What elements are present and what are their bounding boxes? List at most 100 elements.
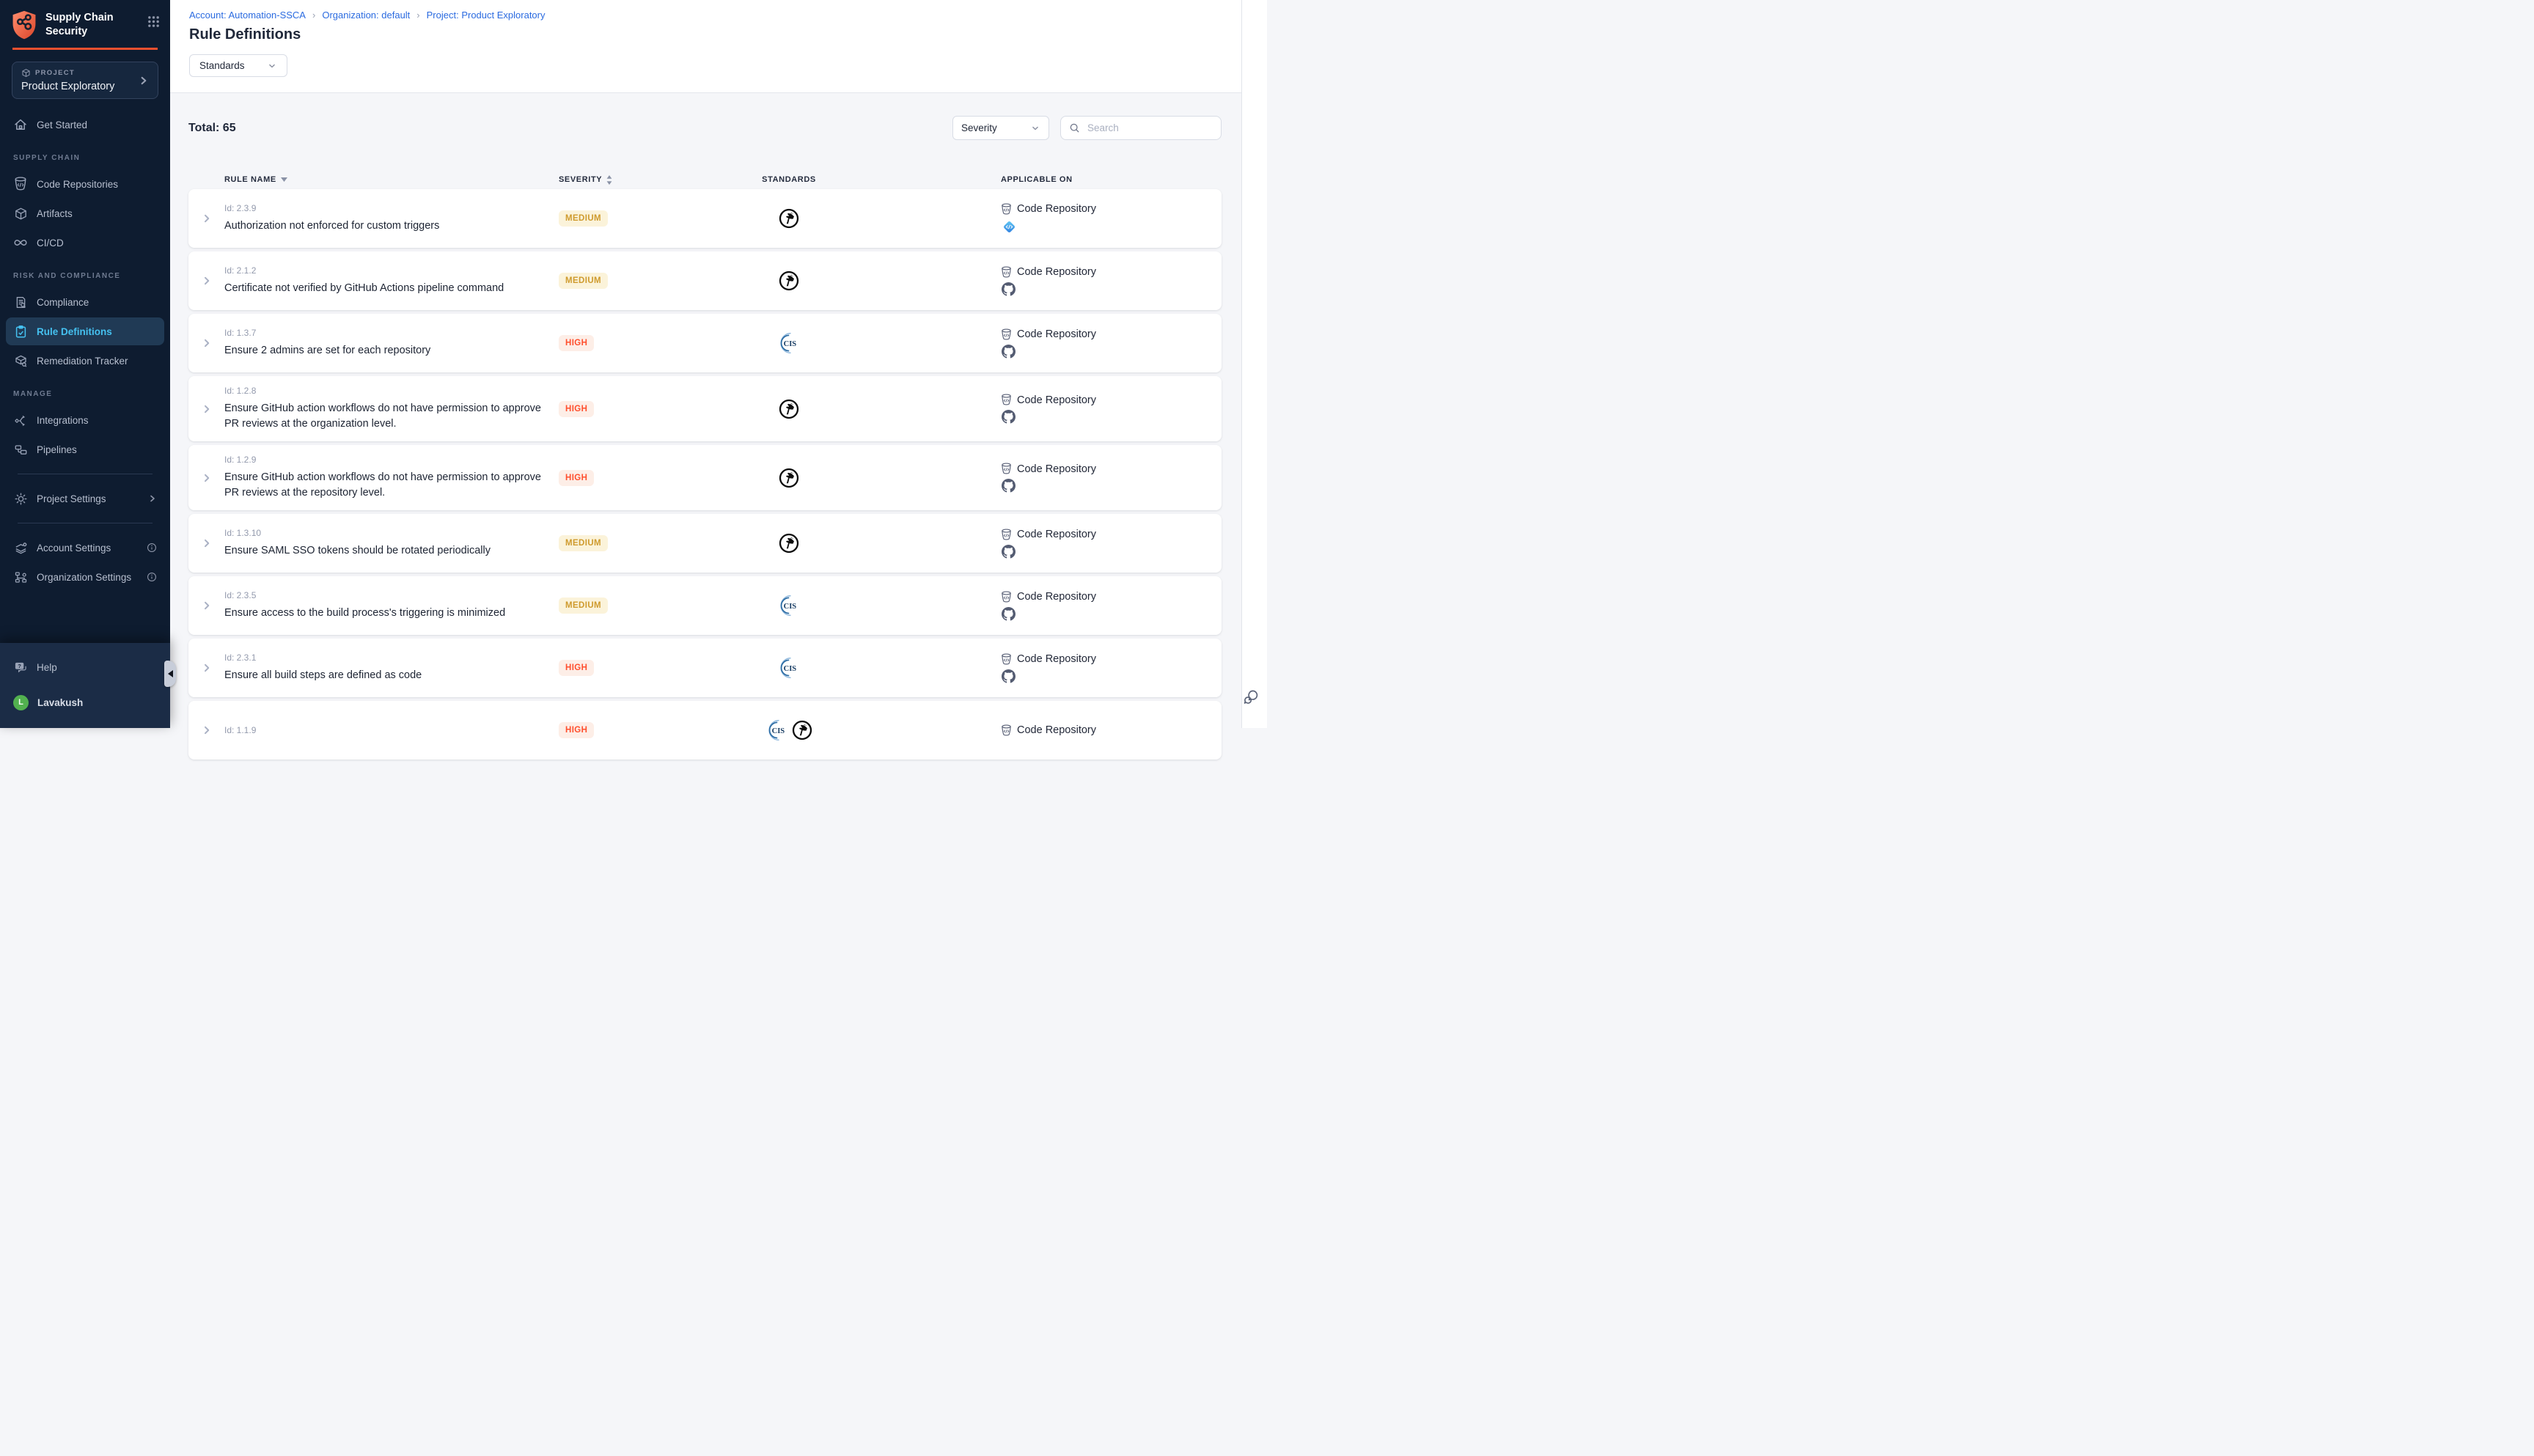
- rule-name-cell: Id: 2.1.2Certificate not verified by Git…: [224, 262, 554, 299]
- avatar: L: [13, 695, 29, 710]
- table-row[interactable]: Id: 2.1.2Certificate not verified by Git…: [188, 251, 1222, 310]
- sidebar-item-project-settings[interactable]: Project Settings: [6, 485, 164, 512]
- app-title: Supply ChainSecurity: [45, 10, 114, 38]
- standards-cell: [701, 468, 877, 488]
- column-header-rule-name[interactable]: RULE NAME: [224, 175, 554, 184]
- standards-cell: [701, 208, 877, 229]
- owasp-icon: [792, 720, 812, 740]
- clipboard-check-icon: [13, 324, 28, 339]
- row-expand-chevron-icon[interactable]: [188, 404, 224, 414]
- sidebar-item-cicd[interactable]: CI/CD: [6, 229, 164, 257]
- row-expand-chevron-icon[interactable]: [188, 473, 224, 483]
- collapse-arrow-icon: [168, 670, 173, 677]
- app-grid-icon[interactable]: [147, 10, 160, 28]
- document-search-icon: [13, 295, 28, 309]
- total-count: Total: 65: [188, 122, 236, 135]
- table-row[interactable]: Id: 1.1.9HIGHCISCode Repository: [188, 701, 1222, 760]
- severity-cell: MEDIUM: [554, 535, 701, 551]
- breadcrumb-organization-link[interactable]: Organization: default: [322, 10, 410, 21]
- sidebar-item-label: Pipelines: [37, 444, 77, 455]
- right-scroll-strip[interactable]: [1241, 0, 1267, 728]
- breadcrumb-account-link[interactable]: Account: Automation-SSCA: [189, 10, 306, 21]
- chat-bubbles-icon[interactable]: [1242, 688, 1260, 706]
- cis-icon: CIS: [778, 595, 800, 617]
- table-row[interactable]: Id: 1.3.10Ensure SAML SSO tokens should …: [188, 514, 1222, 573]
- box-search-icon: [13, 353, 28, 368]
- row-expand-chevron-icon[interactable]: [188, 276, 224, 286]
- table-row[interactable]: Id: 2.3.1Ensure all build steps are defi…: [188, 639, 1222, 697]
- severity-cell: MEDIUM: [554, 210, 701, 227]
- sidebar-item-get-started[interactable]: Get Started: [6, 111, 164, 139]
- applicable-on-text: Code Repository: [1017, 653, 1096, 665]
- project-name: Product Exploratory: [21, 81, 139, 92]
- rule-name-cell: Id: 1.3.7Ensure 2 admins are set for eac…: [224, 325, 554, 361]
- sidebar-footer: ? Help L Lavakush: [0, 643, 170, 728]
- applicable-on-cell: Code Repository: [877, 653, 1222, 683]
- search-field[interactable]: [1060, 116, 1222, 140]
- svg-text:CIS: CIS: [784, 603, 797, 611]
- github-icon: [1002, 545, 1222, 559]
- applicable-on-cell: Code Repository: [877, 394, 1222, 424]
- severity-filter-dropdown[interactable]: Severity: [952, 116, 1049, 140]
- sidebar-item-label: Compliance: [37, 297, 89, 308]
- svg-text:CIS: CIS: [771, 727, 785, 735]
- sidebar-item-label: CI/CD: [37, 238, 64, 249]
- sidebar-item-help[interactable]: ? Help: [6, 653, 164, 681]
- owasp-icon: [779, 468, 799, 488]
- standards-filter-dropdown[interactable]: Standards: [189, 54, 287, 77]
- sidebar-collapse-handle[interactable]: [164, 661, 176, 687]
- github-icon: [1002, 345, 1222, 359]
- rule-name: Authorization not enforced for custom tr…: [224, 218, 547, 234]
- sidebar-item-integrations[interactable]: Integrations: [6, 406, 164, 434]
- sidebar-item-code-repositories[interactable]: Code Repositories: [6, 170, 164, 198]
- sidebar-item-label: Project Settings: [37, 493, 106, 504]
- table-row[interactable]: Id: 2.3.5Ensure access to the build proc…: [188, 576, 1222, 635]
- github-icon: [1002, 282, 1222, 296]
- severity-badge: HIGH: [559, 470, 594, 486]
- user-menu[interactable]: L Lavakush: [6, 688, 164, 716]
- table-row[interactable]: Id: 2.3.9Authorization not enforced for …: [188, 189, 1222, 248]
- code-repo-icon: [1001, 266, 1012, 279]
- sidebar-item-rule-definitions[interactable]: Rule Definitions: [6, 317, 164, 345]
- sort-both-icon: [606, 175, 612, 185]
- sidebar-item-remediation-tracker[interactable]: Remediation Tracker: [6, 347, 164, 375]
- row-expand-chevron-icon[interactable]: [188, 725, 224, 735]
- code-repo-icon: [1001, 463, 1012, 475]
- rule-name-cell: Id: 1.3.10Ensure SAML SSO tokens should …: [224, 525, 554, 562]
- sidebar-item-label: Artifacts: [37, 208, 73, 219]
- severity-badge: HIGH: [559, 401, 594, 417]
- standards-cell: [701, 399, 877, 419]
- gear-icon: [13, 491, 28, 506]
- sidebar-item-compliance[interactable]: Compliance: [6, 288, 164, 316]
- row-expand-chevron-icon[interactable]: [188, 538, 224, 548]
- standards-cell: CIS: [701, 657, 877, 679]
- standards-cell: CIS: [701, 719, 877, 741]
- search-input[interactable]: [1086, 122, 1213, 134]
- info-icon[interactable]: [147, 543, 157, 553]
- breadcrumb: Account: Automation-SSCA › Organization:…: [189, 10, 1248, 21]
- breadcrumb-project-link[interactable]: Project: Product Exploratory: [427, 10, 546, 21]
- column-header-severity[interactable]: SEVERITY: [554, 175, 701, 185]
- row-expand-chevron-icon[interactable]: [188, 663, 224, 673]
- severity-filter-label: Severity: [961, 122, 997, 133]
- table-row[interactable]: Id: 1.3.7Ensure 2 admins are set for eac…: [188, 314, 1222, 372]
- sidebar-item-account-settings[interactable]: Account Settings: [6, 534, 164, 562]
- severity-cell: HIGH: [554, 401, 701, 417]
- project-selector[interactable]: PROJECT Product Exploratory: [12, 62, 158, 99]
- sidebar-item-pipelines[interactable]: Pipelines: [6, 435, 164, 463]
- page-title: Rule Definitions: [189, 26, 1248, 43]
- sidebar-item-artifacts[interactable]: Artifacts: [6, 199, 164, 227]
- rule-name-cell: Id: 1.1.9: [224, 722, 554, 738]
- severity-badge: MEDIUM: [559, 273, 608, 289]
- table-row[interactable]: Id: 1.2.9Ensure GitHub action workflows …: [188, 445, 1222, 510]
- svg-text:?: ?: [18, 663, 21, 669]
- row-expand-chevron-icon[interactable]: [188, 338, 224, 348]
- row-expand-chevron-icon[interactable]: [188, 600, 224, 611]
- rule-name: Certificate not verified by GitHub Actio…: [224, 281, 547, 296]
- severity-badge: HIGH: [559, 722, 594, 738]
- table-row[interactable]: Id: 1.2.8Ensure GitHub action workflows …: [188, 376, 1222, 441]
- sidebar-item-organization-settings[interactable]: Organization Settings: [6, 563, 164, 591]
- info-icon[interactable]: [147, 572, 157, 582]
- org-tree-gear-icon: [13, 570, 28, 584]
- row-expand-chevron-icon[interactable]: [188, 213, 224, 224]
